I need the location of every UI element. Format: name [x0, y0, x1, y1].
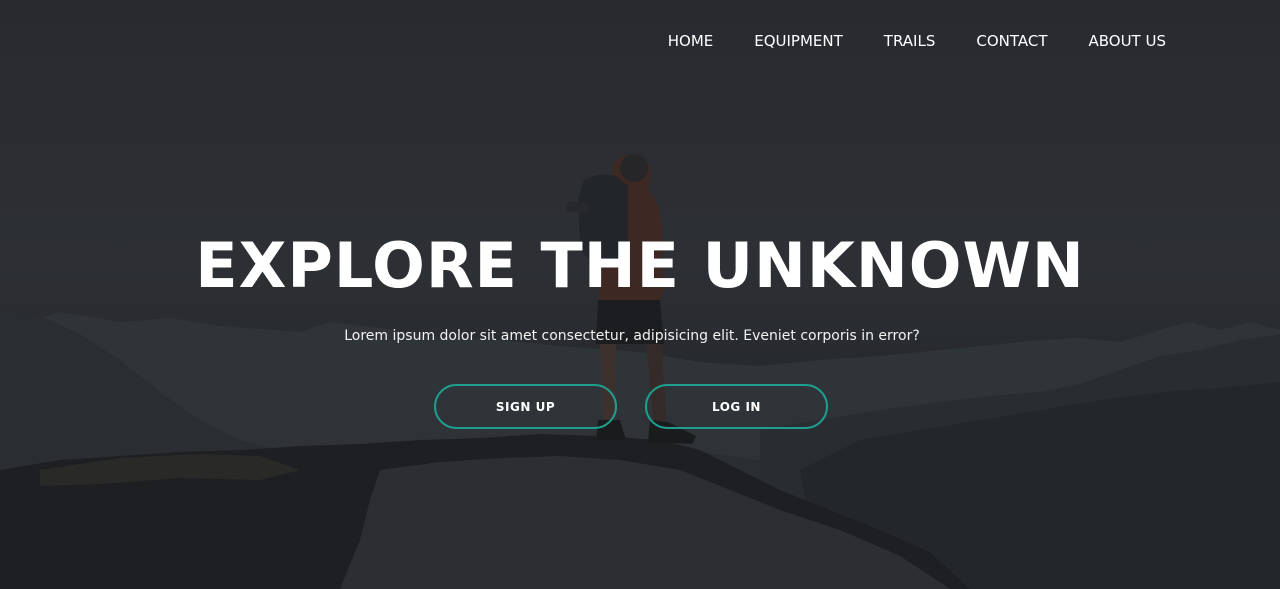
hero-subtitle: Lorem ipsum dolor sit amet consectetur, … [344, 328, 920, 344]
nav-item-contact[interactable]: CONTACT [976, 30, 1047, 52]
login-button[interactable]: LOG IN [645, 384, 828, 429]
signup-button[interactable]: SIGN UP [434, 384, 617, 429]
nav-item-trails[interactable]: TRAILS [884, 30, 936, 52]
hero-title: EXPLORE THE UNKNOWN [195, 229, 1085, 302]
nav-item-home[interactable]: HOME [668, 30, 714, 52]
main-nav: HOME EQUIPMENT TRAILS CONTACT ABOUT US [668, 30, 1166, 52]
hero-section: HOME EQUIPMENT TRAILS CONTACT ABOUT US E… [0, 0, 1280, 589]
nav-item-equipment[interactable]: EQUIPMENT [754, 30, 843, 52]
nav-item-about-us[interactable]: ABOUT US [1088, 30, 1166, 52]
